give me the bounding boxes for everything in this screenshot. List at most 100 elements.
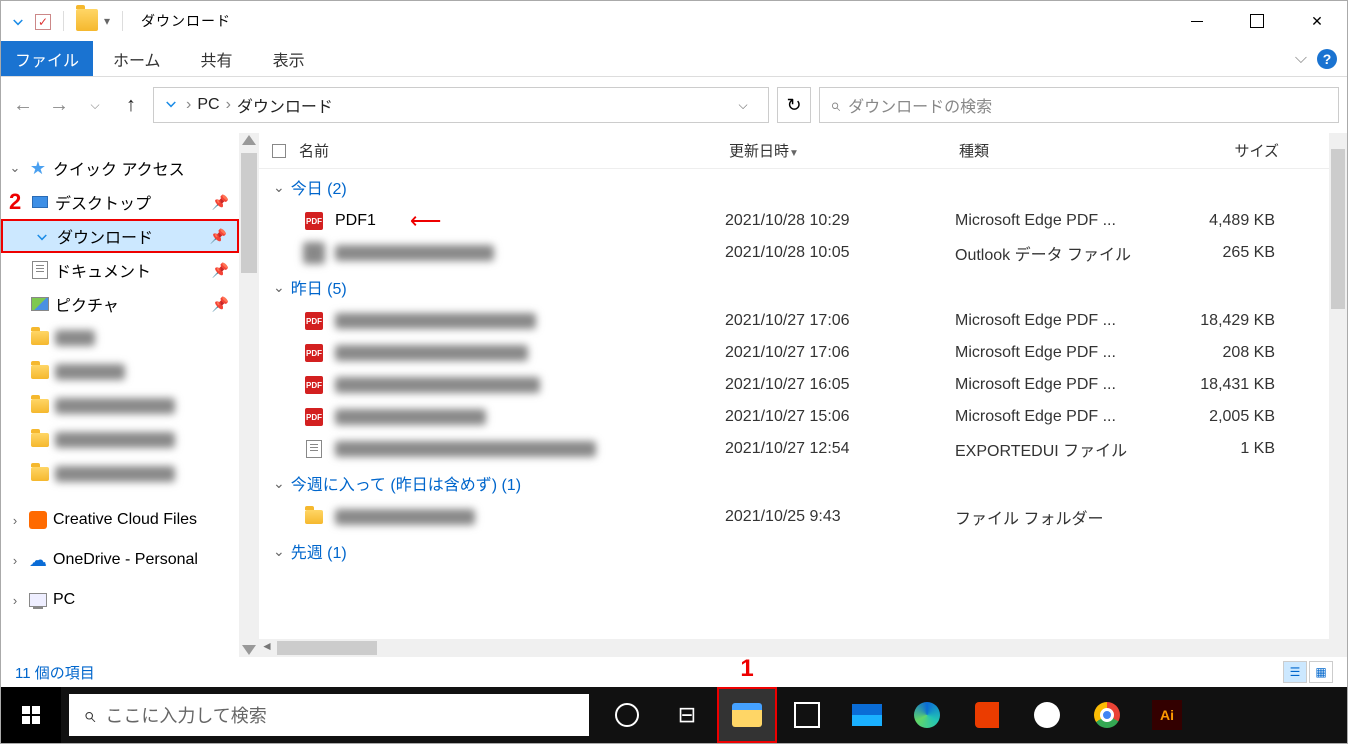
edge-taskbar-button[interactable] [897, 687, 957, 743]
group-label: 昨日 (5) [291, 275, 347, 299]
breadcrumb-downloads[interactable]: ダウンロード [237, 93, 333, 117]
annotation-number-1: 1 [740, 655, 753, 683]
ribbon-collapse-icon[interactable]: ⌵ [1295, 50, 1307, 68]
download-icon [33, 227, 51, 245]
mail-taskbar-button[interactable] [837, 687, 897, 743]
details-view-button[interactable]: ☰ [1283, 661, 1307, 683]
address-dropdown-icon[interactable]: ⌵ [726, 87, 760, 123]
sidebar-item-redacted[interactable] [1, 423, 239, 457]
file-name [335, 313, 725, 329]
qat-menu-dropdown[interactable]: ▾ [104, 14, 110, 28]
illustrator-icon: Ai [1152, 700, 1182, 730]
pdf-icon: PDF [305, 408, 323, 426]
qat-download-icon[interactable] [7, 10, 29, 33]
mail-icon [852, 704, 882, 726]
store-taskbar-button[interactable] [777, 687, 837, 743]
tab-view[interactable]: 表示 [253, 41, 325, 76]
chevron-right-icon[interactable]: › [7, 593, 23, 608]
address-bar[interactable]: › PC › ダウンロード ⌵ [153, 87, 769, 123]
desktop-icon [31, 193, 49, 211]
search-icon: ⌕ [83, 702, 95, 728]
cortana-button[interactable] [597, 687, 657, 743]
sidebar-item-onedrive[interactable]: › ☁ OneDrive - Personal [1, 543, 239, 577]
chrome-icon [1094, 702, 1120, 728]
group-header[interactable]: ⌄今週に入って (昨日は含めず) (1) [259, 465, 1347, 501]
chevron-down-icon[interactable]: ⌄ [273, 543, 285, 560]
chevron-down-icon[interactable]: ⌄ [273, 475, 285, 492]
chevron-right-icon[interactable]: › [7, 513, 23, 528]
recent-locations-button[interactable]: ⌵ [81, 91, 109, 119]
star-icon: ★ [29, 159, 47, 177]
file-row[interactable]: 2021/10/25 9:43ファイル フォルダー [259, 501, 1347, 533]
quick-access-root[interactable]: ⌄ ★ クイック アクセス [1, 151, 239, 185]
chevron-down-icon[interactable]: ⌄ [273, 179, 285, 196]
file-row[interactable]: PDFPDF1⟵2021/10/28 10:29Microsoft Edge P… [259, 205, 1347, 237]
window-title: ダウンロード [135, 11, 231, 31]
file-row[interactable]: PDF2021/10/27 16:05Microsoft Edge PDF ..… [259, 369, 1347, 401]
tab-share[interactable]: 共有 [181, 41, 253, 76]
file-row[interactable]: PDF2021/10/27 17:06Microsoft Edge PDF ..… [259, 305, 1347, 337]
group-header[interactable]: ⌄先週 (1) [259, 533, 1347, 569]
column-size[interactable]: サイズ [1169, 140, 1299, 161]
large-icons-view-button[interactable]: ▦ [1309, 661, 1333, 683]
file-row[interactable]: 2021/10/27 12:54EXPORTEDUI ファイル1 KB [259, 433, 1347, 465]
sidebar-item-documents[interactable]: ドキュメント 📌 [1, 253, 239, 287]
sidebar-item-downloads[interactable]: ダウンロード 📌 [1, 219, 239, 253]
sidebar-item-pictures[interactable]: ピクチャ 📌 [1, 287, 239, 321]
address-folder-icon [162, 94, 180, 117]
sidebar-item-redacted[interactable] [1, 389, 239, 423]
sidebar-item-redacted[interactable] [1, 321, 239, 355]
file-row[interactable]: 2021/10/28 10:05Outlook データ ファイル265 KB [259, 237, 1347, 269]
start-button[interactable] [1, 687, 61, 743]
chevron-down-icon[interactable]: ⌄ [7, 160, 23, 176]
up-button[interactable]: ↑ [117, 91, 145, 119]
refresh-button[interactable]: ↻ [777, 87, 811, 123]
column-name[interactable]: 名前 [299, 140, 729, 161]
sidebar-item-desktop[interactable]: デスクトップ 📌 [1, 185, 239, 219]
column-date[interactable]: 更新日時▼ [729, 140, 959, 161]
chevron-down-icon[interactable]: ⌄ [273, 279, 285, 296]
office-taskbar-button[interactable] [957, 687, 1017, 743]
file-row[interactable]: PDF2021/10/27 17:06Microsoft Edge PDF ..… [259, 337, 1347, 369]
close-button[interactable] [1287, 1, 1347, 41]
app-icon [1034, 702, 1060, 728]
file-row[interactable]: PDF2021/10/27 15:06Microsoft Edge PDF ..… [259, 401, 1347, 433]
horizontal-scrollbar[interactable] [259, 639, 1347, 657]
sidebar-item-pc[interactable]: › PC [1, 583, 239, 617]
vertical-scrollbar[interactable] [1329, 133, 1347, 657]
explorer-taskbar-button[interactable]: 1 [717, 687, 777, 743]
task-view-button[interactable]: ⊟ [657, 687, 717, 743]
qat-checkbox-icon[interactable]: ✓ [35, 13, 51, 30]
minimize-button[interactable] [1167, 1, 1227, 41]
help-icon[interactable]: ? [1317, 49, 1337, 69]
file-icon [306, 440, 322, 458]
chevron-right-icon[interactable]: › [7, 553, 23, 568]
sidebar-item-redacted[interactable] [1, 355, 239, 389]
search-box[interactable]: ⌕ ダウンロードの検索 [819, 87, 1339, 123]
sidebar-item-label: OneDrive - Personal [53, 551, 198, 569]
document-icon [31, 261, 49, 279]
column-type[interactable]: 種類 [959, 140, 1169, 161]
forward-button[interactable]: → [45, 91, 73, 119]
group-header[interactable]: ⌄ 昨日 (5) [259, 269, 1347, 305]
breadcrumb-pc[interactable]: PC [197, 96, 219, 114]
sidebar-item-label: ピクチャ [55, 292, 119, 316]
chrome-taskbar-button[interactable] [1077, 687, 1137, 743]
maximize-button[interactable] [1227, 1, 1287, 41]
tab-home[interactable]: ホーム [93, 41, 181, 76]
illustrator-taskbar-button[interactable]: Ai [1137, 687, 1197, 743]
sidebar-item-redacted[interactable] [1, 457, 239, 491]
store-icon [794, 702, 820, 728]
sidebar-item-creative-cloud[interactable]: › Creative Cloud Files [1, 503, 239, 537]
select-all-checkbox[interactable] [259, 144, 299, 158]
group-header[interactable]: ⌄今日 (2) [259, 169, 1347, 205]
back-button[interactable]: ← [9, 91, 37, 119]
file-size: 1 KB [1165, 440, 1295, 458]
app-taskbar-button[interactable] [1017, 687, 1077, 743]
annotation-arrow: ⟵ [410, 208, 442, 234]
sidebar-item-label: PC [53, 591, 75, 609]
taskbar-search[interactable]: ⌕ ここに入力して検索 [69, 694, 589, 736]
folder-icon [305, 510, 323, 524]
nav-scrollbar[interactable] [239, 133, 259, 657]
file-tab[interactable]: ファイル [1, 41, 93, 76]
